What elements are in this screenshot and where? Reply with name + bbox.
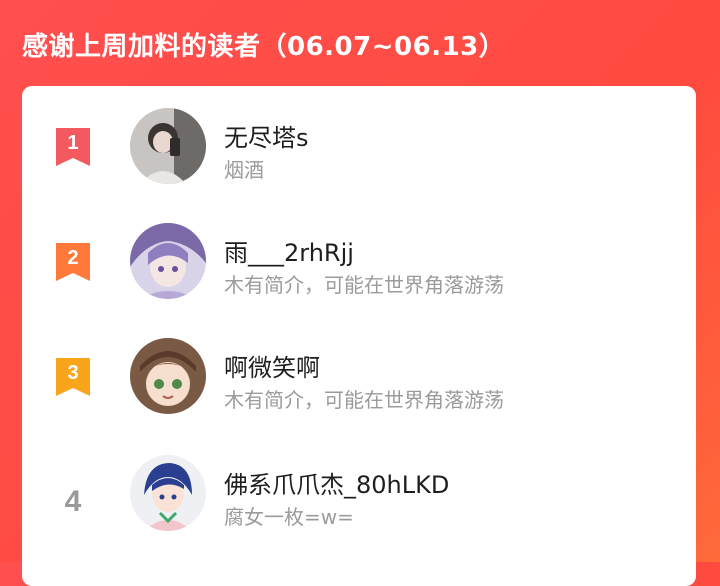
avatar[interactable] xyxy=(130,338,206,414)
reader-name: 雨___2rhRjj xyxy=(224,239,354,267)
avatar[interactable] xyxy=(130,108,206,184)
page-title: 感谢上周加料的读者（06.07~06.13） xyxy=(22,32,506,62)
reader-name: 无尽塔s xyxy=(224,124,309,152)
reader-name: 啊微笑啊 xyxy=(224,354,320,382)
avatar[interactable] xyxy=(130,223,206,299)
reader-bio: 烟酒 xyxy=(224,158,264,182)
avatar[interactable] xyxy=(130,455,206,531)
reader-row[interactable]: 1 无尽塔s 烟酒 xyxy=(22,106,696,206)
reader-list: 1 无尽塔s 烟酒 2 雨___2rhRjj 木有简介，可能在世界角落游荡 3 … xyxy=(22,86,696,586)
reader-bio: 木有简介，可能在世界角落游荡 xyxy=(224,388,504,412)
reader-name: 佛系爪爪杰_80hLKD xyxy=(224,471,450,499)
reader-row[interactable]: 2 雨___2rhRjj 木有简介，可能在世界角落游荡 xyxy=(22,221,696,321)
rank-badge: 1 xyxy=(50,124,96,184)
reader-bio: 木有简介，可能在世界角落游荡 xyxy=(224,273,504,297)
rank-badge: 4 xyxy=(50,471,96,531)
rank-number: 3 xyxy=(67,362,79,384)
rank-number: 2 xyxy=(67,247,79,269)
reader-row[interactable]: 3 啊微笑啊 木有简介，可能在世界角落游荡 xyxy=(22,336,696,436)
reader-bio: 腐女一枚=w= xyxy=(224,505,354,529)
rank-badge: 2 xyxy=(50,239,96,299)
reader-row[interactable]: 4 佛系爪爪杰_80hLKD 腐女一枚=w= xyxy=(22,453,696,553)
rank-number: 1 xyxy=(67,132,79,154)
rank-number: 4 xyxy=(64,485,82,518)
rank-badge: 3 xyxy=(50,354,96,414)
